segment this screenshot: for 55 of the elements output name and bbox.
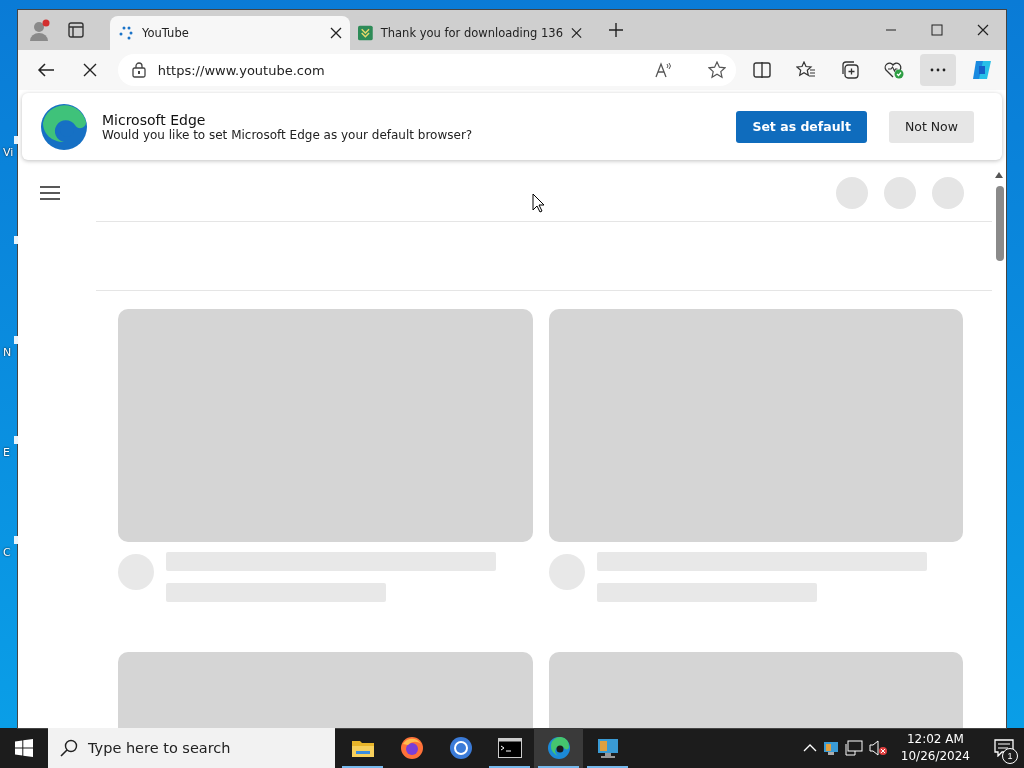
close-icon[interactable] (330, 27, 342, 39)
infobar-message: Would you like to set Microsoft Edge as your default browser? (102, 127, 474, 142)
mouse-cursor-icon (532, 193, 545, 213)
star-icon[interactable] (708, 61, 726, 79)
plus-icon (608, 22, 624, 38)
message-icon (994, 739, 1014, 757)
edge-icon (546, 736, 571, 760)
desktop-icon-label: N (3, 346, 12, 360)
download-site-icon (358, 25, 373, 41)
loading-icon (118, 25, 134, 41)
desktop-icon-label: E (3, 446, 10, 460)
browser-tab[interactable]: YouTube (110, 16, 350, 50)
close-icon (977, 24, 989, 36)
folder-icon (350, 738, 375, 758)
collections-icon (841, 61, 859, 79)
scrollbar-thumb[interactable] (996, 186, 1004, 261)
infobar-title: Microsoft Edge (102, 111, 207, 128)
lock-icon (131, 62, 146, 78)
split-screen-icon (753, 62, 771, 78)
heart-check-icon (884, 61, 904, 79)
more-icon (930, 68, 946, 72)
taskbar-search-field[interactable]: Type here to search (48, 728, 335, 768)
network-icon[interactable] (844, 740, 863, 756)
loading-placeholder (932, 176, 964, 209)
favorites-icon (796, 61, 816, 79)
address-bar[interactable]: https://www.youtube.com (117, 54, 736, 86)
computer-icon[interactable] (822, 740, 839, 756)
clock[interactable]: 12:02 AM 10/26/2024 (892, 731, 978, 765)
profile-icon (29, 19, 51, 41)
computer-icon (595, 736, 620, 760)
desktop-icon-label: C (3, 546, 11, 560)
edge-logo-icon (40, 102, 88, 151)
desktop-icon-label: Vi (3, 146, 14, 160)
set-default-button[interactable]: Set as default (736, 110, 867, 143)
close-icon[interactable] (570, 27, 582, 39)
notifications-button[interactable]: 1 (984, 728, 1024, 768)
loading-placeholder (884, 176, 916, 209)
terminal-icon (497, 738, 522, 758)
maximize-icon (931, 24, 943, 36)
browser-icon (448, 736, 473, 760)
not-now-button[interactable]: Not Now (888, 110, 974, 143)
scroll-up-icon[interactable] (995, 172, 1003, 178)
volume-muted-icon[interactable] (868, 740, 887, 756)
firefox-icon (399, 736, 424, 760)
read-aloud-icon[interactable] (654, 61, 674, 79)
windows-logo-icon (15, 739, 33, 757)
menu-icon[interactable] (40, 185, 60, 200)
loading-placeholder (836, 176, 868, 209)
chevron-up-icon[interactable] (802, 744, 817, 752)
back-arrow-icon (36, 62, 55, 78)
close-icon (82, 63, 97, 77)
browser-tab[interactable]: Thank you for downloading 136 (350, 16, 590, 50)
copilot-icon (970, 58, 994, 82)
window-icon (68, 22, 84, 38)
search-icon (60, 739, 78, 757)
